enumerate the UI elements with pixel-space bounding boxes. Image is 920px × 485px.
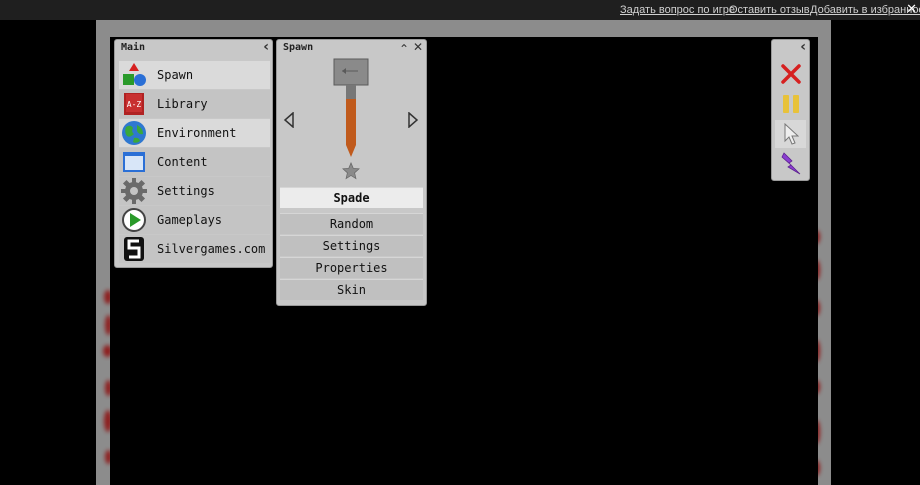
gear-icon xyxy=(121,178,147,204)
cursor-icon xyxy=(784,123,799,145)
page-background-left xyxy=(0,20,96,485)
close-panel-icon[interactable]: ✕ xyxy=(413,40,423,54)
lightning-tool-button[interactable] xyxy=(775,150,806,178)
page-background-right xyxy=(831,20,920,485)
lightning-icon xyxy=(781,152,800,175)
pause-icon xyxy=(782,95,799,113)
delete-tool-button[interactable] xyxy=(775,60,806,88)
settings-button[interactable]: Settings xyxy=(280,235,423,256)
spawn-shapes-icon xyxy=(123,63,146,86)
favorite-star-icon[interactable] xyxy=(342,162,360,180)
menu-item-label: Spawn xyxy=(157,68,194,82)
spawn-panel-title: Spawn xyxy=(283,42,314,53)
library-book-icon: A-Z xyxy=(124,93,144,115)
pause-button[interactable] xyxy=(775,90,806,118)
skin-button[interactable]: Skin xyxy=(280,279,423,300)
menu-item-label: Settings xyxy=(157,184,215,198)
menu-item-settings[interactable]: Settings xyxy=(119,177,270,205)
menu-item-label: Environment xyxy=(157,126,237,140)
minimize-icon[interactable]: ⌃ xyxy=(399,42,409,56)
delete-x-icon xyxy=(780,64,801,84)
spawn-panel: Spawn ⌃ ✕ Spade Random Settings Properti… xyxy=(276,39,427,306)
menu-item-environment[interactable]: Environment xyxy=(119,119,270,147)
menu-item-content[interactable]: Content xyxy=(119,148,270,176)
selected-item-spade[interactable]: Spade xyxy=(280,187,423,208)
spade-item-preview xyxy=(333,58,369,157)
menu-item-label: Content xyxy=(157,155,208,169)
menu-item-gameplays[interactable]: Gameplays xyxy=(119,206,270,234)
tool-panel: ‹ xyxy=(771,39,810,181)
ask-question-link[interactable]: Задать вопрос по игре xyxy=(620,4,735,16)
collapse-icon[interactable]: ‹ xyxy=(800,40,806,54)
cursor-tool-button[interactable] xyxy=(775,120,806,148)
silvergames-logo-icon xyxy=(124,237,144,261)
leave-review-link[interactable]: Оставить отзыв xyxy=(729,4,810,16)
menu-item-spawn[interactable]: Spawn xyxy=(119,61,270,89)
previous-item-arrow-icon[interactable] xyxy=(283,112,295,128)
main-menu-title: Main xyxy=(121,42,146,53)
next-item-arrow-icon[interactable] xyxy=(407,112,419,128)
site-top-bar: Задать вопрос по игре Оставить отзыв Доб… xyxy=(0,0,920,20)
close-icon[interactable]: ✕ xyxy=(906,2,917,17)
window-content-icon xyxy=(123,152,145,172)
random-button[interactable]: Random xyxy=(280,213,423,234)
play-icon xyxy=(122,208,146,232)
main-menu-panel: Main ‹ Spawn A-Z Library Environment Con… xyxy=(114,39,273,268)
menu-item-silvergames[interactable]: Silvergames.com xyxy=(119,235,270,263)
menu-item-label: Gameplays xyxy=(157,213,223,227)
globe-icon xyxy=(122,121,146,145)
menu-item-library[interactable]: A-Z Library xyxy=(119,90,270,118)
properties-button[interactable]: Properties xyxy=(280,257,423,278)
add-favorites-link[interactable]: Добавить в избранное xyxy=(810,4,920,16)
collapse-icon[interactable]: ‹ xyxy=(263,40,269,54)
menu-item-label: Library xyxy=(157,97,208,111)
svg-text:A-Z: A-Z xyxy=(127,100,142,109)
menu-item-label: Silvergames.com xyxy=(157,242,266,256)
